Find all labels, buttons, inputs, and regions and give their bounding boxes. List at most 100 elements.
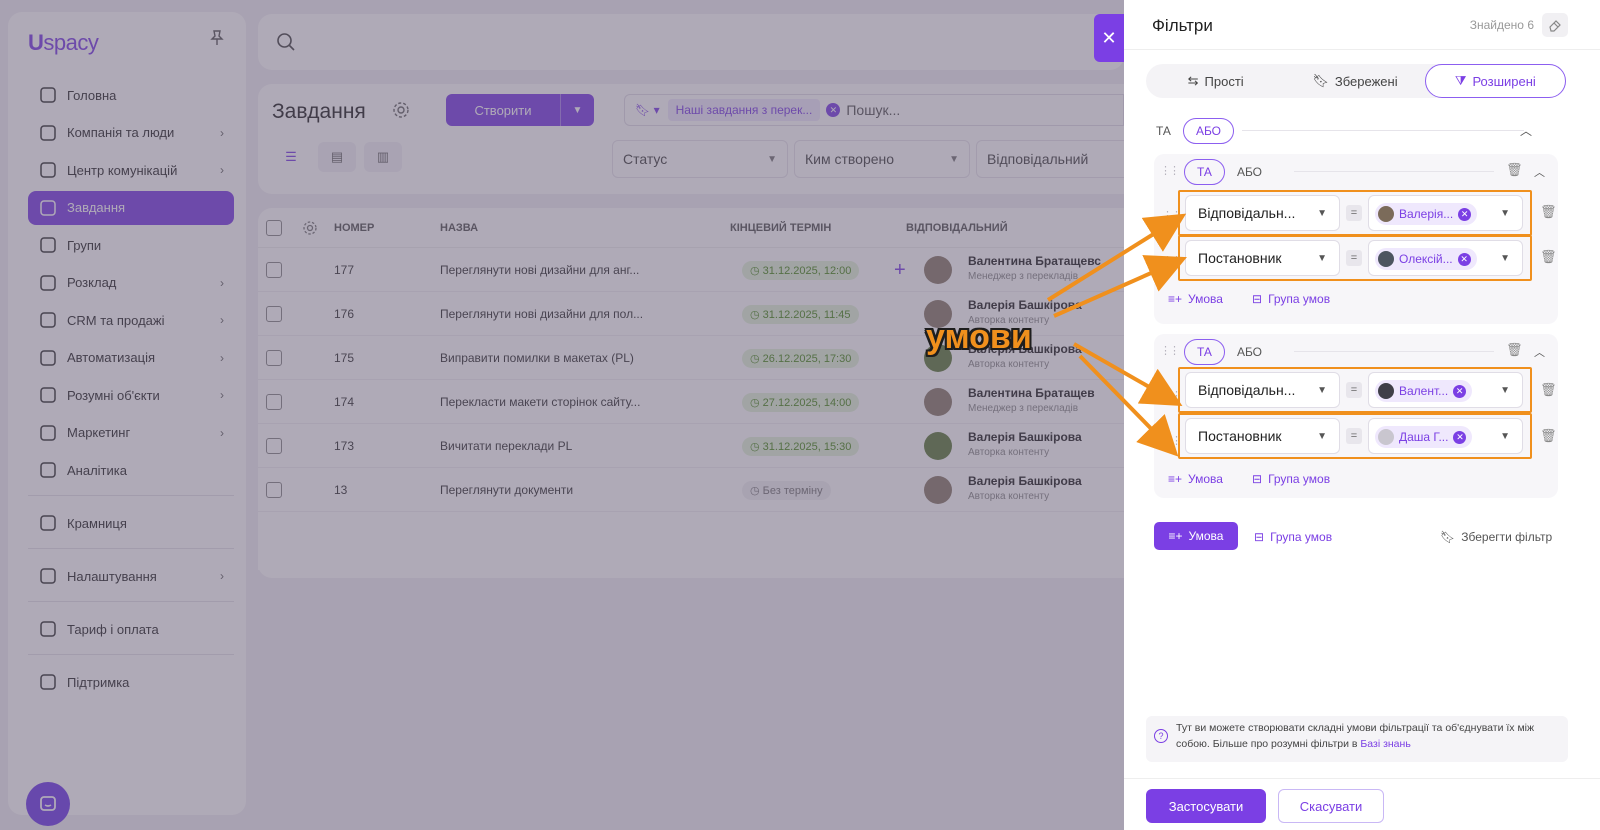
add-assignee-icon[interactable]: + (894, 248, 906, 292)
add-group-link[interactable]: ⊟ Група умов (1252, 472, 1330, 486)
support-chat-button[interactable] (26, 782, 70, 826)
chip-remove-icon[interactable]: ✕ (1457, 252, 1471, 266)
equals-operator[interactable]: = (1346, 205, 1362, 221)
condition-value-select[interactable]: Валент... ✕ ▼ (1368, 372, 1523, 408)
add-condition-link[interactable]: ≡+ Умова (1168, 472, 1223, 486)
sidebar-item[interactable]: Автоматизація › (28, 341, 234, 375)
condition-field-select[interactable]: Постановник ▼ (1185, 418, 1340, 454)
select-all-checkbox[interactable] (266, 220, 282, 236)
table-row[interactable]: 13 Переглянути документи ◷ Без терміну Вале… (258, 468, 1124, 512)
eraser-icon[interactable] (1542, 13, 1568, 37)
row-checkbox[interactable] (266, 306, 282, 322)
knowledge-base-link[interactable]: Базі знань (1360, 738, 1410, 750)
drag-handle-icon[interactable]: ⋮⋮ (1160, 344, 1180, 357)
logic-and-option[interactable]: ТА (1184, 159, 1225, 185)
chevron-up-icon[interactable]: ︿ (1520, 122, 1532, 139)
trash-icon[interactable]: 🗑︎ (1540, 204, 1557, 220)
sidebar-item[interactable]: Крамниця (28, 506, 234, 540)
assignee-filter[interactable]: Відповідальний (976, 140, 1136, 178)
chip-remove-icon[interactable]: ✕ (1458, 207, 1472, 221)
condition-field-select[interactable]: Постановник ▼ (1185, 240, 1340, 276)
sidebar-item[interactable]: Групи (28, 228, 234, 262)
apply-button[interactable]: Застосувати (1146, 789, 1266, 823)
add-group-link[interactable]: ⊟ Група умов (1252, 292, 1330, 306)
column-name[interactable]: НАЗВА (440, 222, 478, 234)
row-checkbox[interactable] (266, 262, 282, 278)
task-name[interactable]: Переглянути документи (440, 468, 573, 512)
tab-saved[interactable]: 🔖︎ Збережені (1285, 64, 1424, 98)
add-condition-button[interactable]: ≡+ Умова (1154, 522, 1238, 550)
table-row[interactable]: 174 Перекласти макети сторінок сайту... ◷ … (258, 380, 1124, 424)
sidebar-item[interactable]: Розумні об'єкти › (28, 378, 234, 412)
cancel-button[interactable]: Скасувати (1278, 789, 1384, 823)
row-checkbox[interactable] (266, 482, 282, 498)
chevron-up-icon[interactable]: ︿ (1534, 164, 1545, 180)
creator-filter[interactable]: Ким створено ▼ (794, 140, 970, 178)
sidebar-item[interactable]: Тариф і оплата (28, 612, 234, 646)
trash-icon[interactable]: 🗑︎ (1506, 342, 1523, 358)
tab-simple[interactable]: ⇆ Прості (1146, 64, 1285, 98)
equals-operator[interactable]: = (1346, 428, 1362, 444)
sidebar-item[interactable]: Маркетинг › (28, 416, 234, 450)
sidebar-item[interactable]: Компанія та люди › (28, 116, 234, 150)
card-view-icon[interactable]: ▤ (318, 142, 356, 172)
global-search-bar[interactable] (258, 14, 1124, 70)
list-view-icon[interactable]: ☰ (272, 142, 310, 172)
pin-icon[interactable] (210, 30, 224, 49)
drag-handle-icon[interactable]: ⋮⋮ (1160, 164, 1180, 177)
condition-value-select[interactable]: Валерія... ✕ ▼ (1368, 195, 1523, 231)
logo[interactable]: Uspacy (28, 30, 99, 56)
kanban-view-icon[interactable]: ▥ (364, 142, 402, 172)
logic-or-option[interactable]: АБО (1182, 118, 1235, 144)
chip-remove-icon[interactable]: ✕ (1453, 430, 1467, 444)
table-row[interactable]: 177 Переглянути нові дизайни для анг... ◷ … (258, 248, 1124, 292)
table-row[interactable]: 173 Вичитати переклади PL ◷ 31.12.2025, 15… (258, 424, 1124, 468)
column-number[interactable]: НОМЕР (334, 222, 374, 234)
logic-and-option[interactable]: ТА (1184, 339, 1225, 365)
chip-remove-icon[interactable]: ✕ (1453, 384, 1467, 398)
row-checkbox[interactable] (266, 438, 282, 454)
create-task-button[interactable]: Створити ▼ (446, 94, 594, 126)
logic-or-option[interactable]: АБО (1225, 160, 1274, 184)
saved-filter-chip[interactable]: Наші завдання з перек... (667, 99, 821, 121)
task-name[interactable]: Виправити помилки в макетах (PL) (440, 336, 634, 380)
chevron-down-icon[interactable]: ▼ (560, 94, 594, 126)
save-filter-link[interactable]: 🔖︎ Зберегти фільтр (1440, 530, 1552, 544)
task-filter-bar[interactable]: 🔖︎ ▾ Наші завдання з перек... ✕ Пошук... (624, 94, 1124, 126)
sidebar-item[interactable]: CRM та продажі › (28, 303, 234, 337)
tab-advanced[interactable]: ⧩ Розширені (1424, 64, 1566, 98)
task-name[interactable]: Перекласти макети сторінок сайту... (440, 380, 640, 424)
condition-field-select[interactable]: Відповідальн... ▼ (1185, 195, 1340, 231)
chip-remove-icon[interactable]: ✕ (826, 103, 841, 117)
task-name[interactable]: Переглянути нові дизайни для анг... (440, 248, 639, 292)
add-group-link[interactable]: ⊟ Група умов (1254, 530, 1332, 544)
bookmark-icon[interactable]: 🔖︎ ▾ (635, 103, 660, 117)
column-assignee[interactable]: ВІДПОВІДАЛЬНИЙ (906, 222, 1008, 234)
column-deadline[interactable]: КІНЦЕВИЙ ТЕРМІН (730, 222, 831, 234)
logic-or-option[interactable]: АБО (1225, 340, 1274, 364)
equals-operator[interactable]: = (1346, 382, 1362, 398)
task-name[interactable]: Вичитати переклади PL (440, 424, 572, 468)
trash-icon[interactable]: 🗑︎ (1540, 382, 1557, 398)
condition-value-select[interactable]: Даша Г... ✕ ▼ (1368, 418, 1523, 454)
row-checkbox[interactable] (266, 350, 282, 366)
sidebar-item[interactable]: Центр комунікацій › (28, 153, 234, 187)
sidebar-item[interactable]: Завдання (28, 190, 234, 225)
sidebar-item[interactable]: Аналітика (28, 453, 234, 487)
logic-and-option[interactable]: ТА (1144, 119, 1183, 143)
sidebar-item[interactable]: Головна (28, 78, 234, 112)
gear-icon[interactable] (392, 101, 410, 119)
sidebar-item[interactable]: Налаштування › (28, 559, 234, 593)
condition-value-select[interactable]: Олексій... ✕ ▼ (1368, 240, 1523, 276)
sidebar-item[interactable]: Підтримка (28, 665, 234, 699)
condition-field-select[interactable]: Відповідальн... ▼ (1185, 372, 1340, 408)
task-search-input[interactable]: Пошук... (846, 102, 900, 118)
trash-icon[interactable]: 🗑︎ (1540, 428, 1557, 444)
column-settings-icon[interactable] (302, 220, 318, 236)
chevron-up-icon[interactable]: ︿ (1534, 344, 1545, 360)
trash-icon[interactable]: 🗑︎ (1540, 249, 1557, 265)
equals-operator[interactable]: = (1346, 250, 1362, 266)
row-checkbox[interactable] (266, 394, 282, 410)
sidebar-item[interactable]: Розклад › (28, 266, 234, 300)
close-panel-button[interactable]: ✕ (1094, 14, 1124, 62)
